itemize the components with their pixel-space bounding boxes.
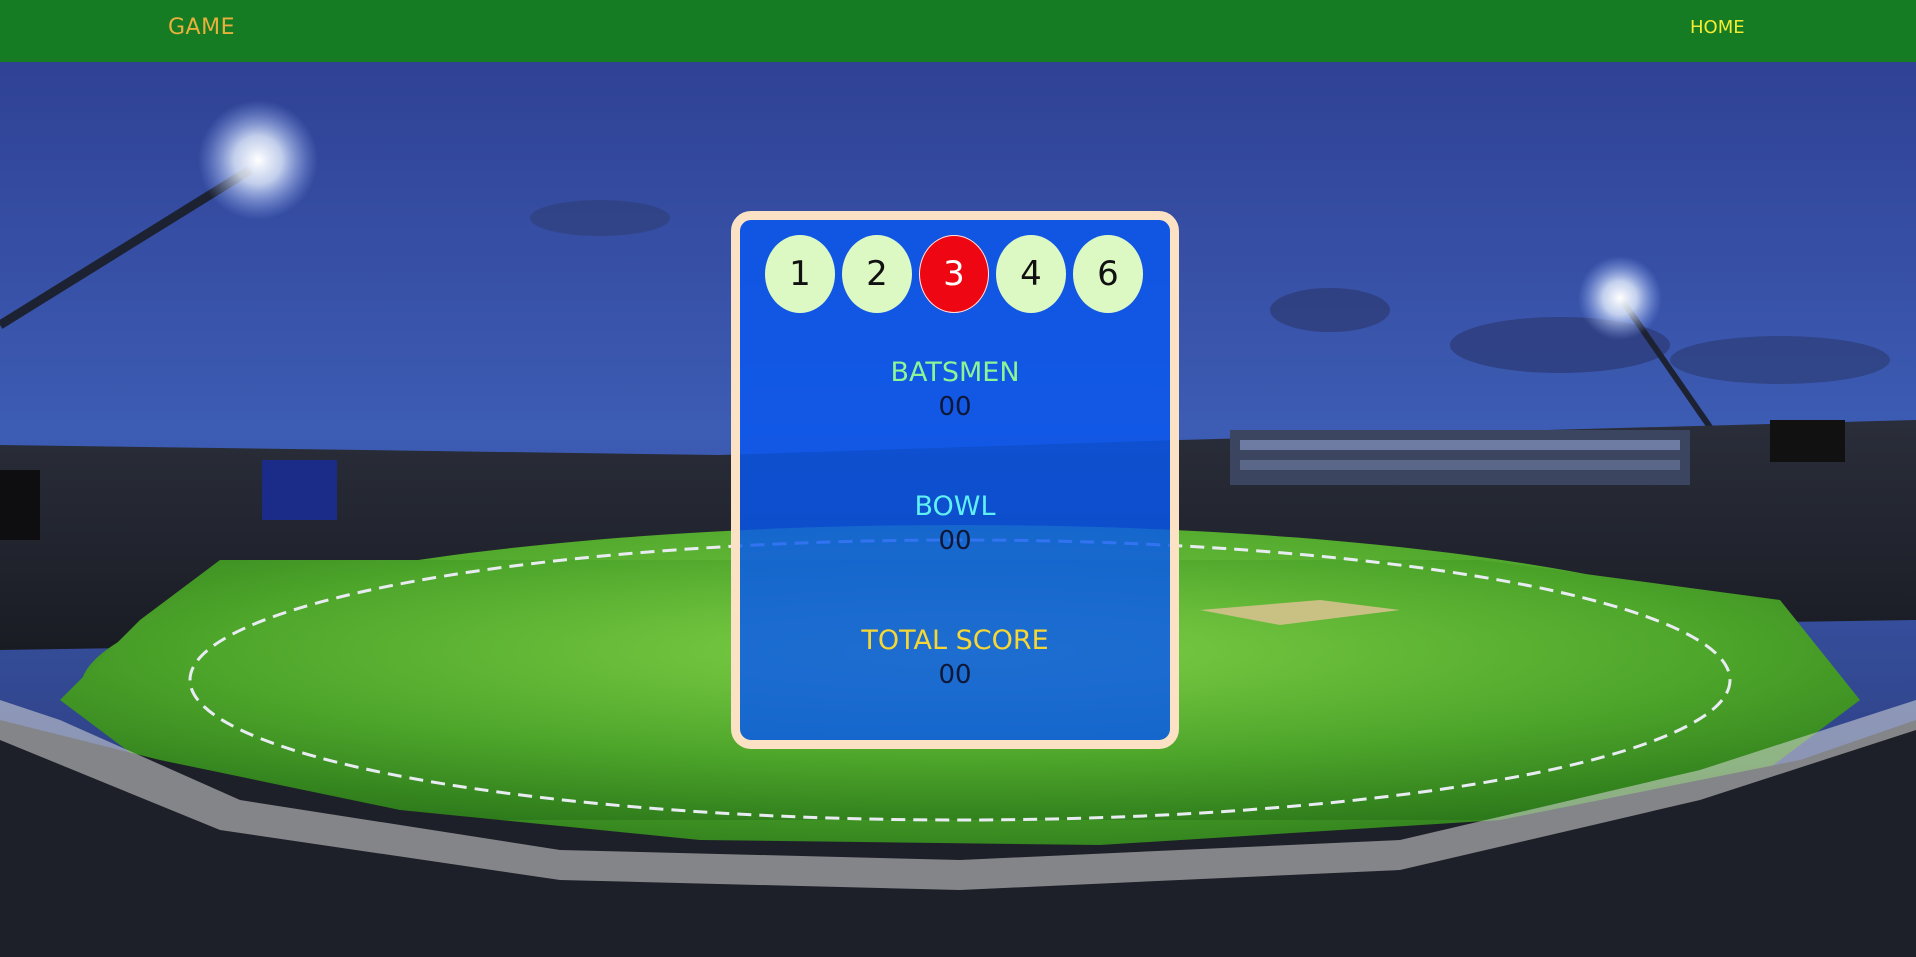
brand-logo-link[interactable]: GAME — [168, 14, 235, 42]
run-option-4[interactable]: 4 — [996, 235, 1066, 313]
top-navbar: GAME HOME — [0, 0, 1916, 62]
total-score-label: TOTAL SCORE — [861, 625, 1049, 656]
bowl-value: 00 — [938, 526, 972, 556]
batsmen-label: BATSMEN — [890, 357, 1020, 388]
total-score-value: 00 — [938, 660, 972, 690]
batsmen-stat: BATSMEN 00 — [740, 356, 1170, 424]
bowl-stat: BOWL 00 — [740, 490, 1170, 558]
run-options: 1 2 3 4 6 — [765, 235, 1155, 315]
total-score-stat: TOTAL SCORE 00 — [740, 624, 1170, 692]
batsmen-value: 00 — [938, 392, 972, 422]
run-option-3[interactable]: 3 — [919, 235, 989, 313]
run-option-2[interactable]: 2 — [842, 235, 912, 313]
run-option-6[interactable]: 6 — [1073, 235, 1143, 313]
run-option-1[interactable]: 1 — [765, 235, 835, 313]
nav-home-link[interactable]: HOME — [1690, 17, 1745, 39]
game-panel: 1 2 3 4 6 BATSMEN 00 BOWL 00 TOTAL SCORE… — [731, 211, 1179, 749]
bowl-label: BOWL — [914, 491, 996, 522]
